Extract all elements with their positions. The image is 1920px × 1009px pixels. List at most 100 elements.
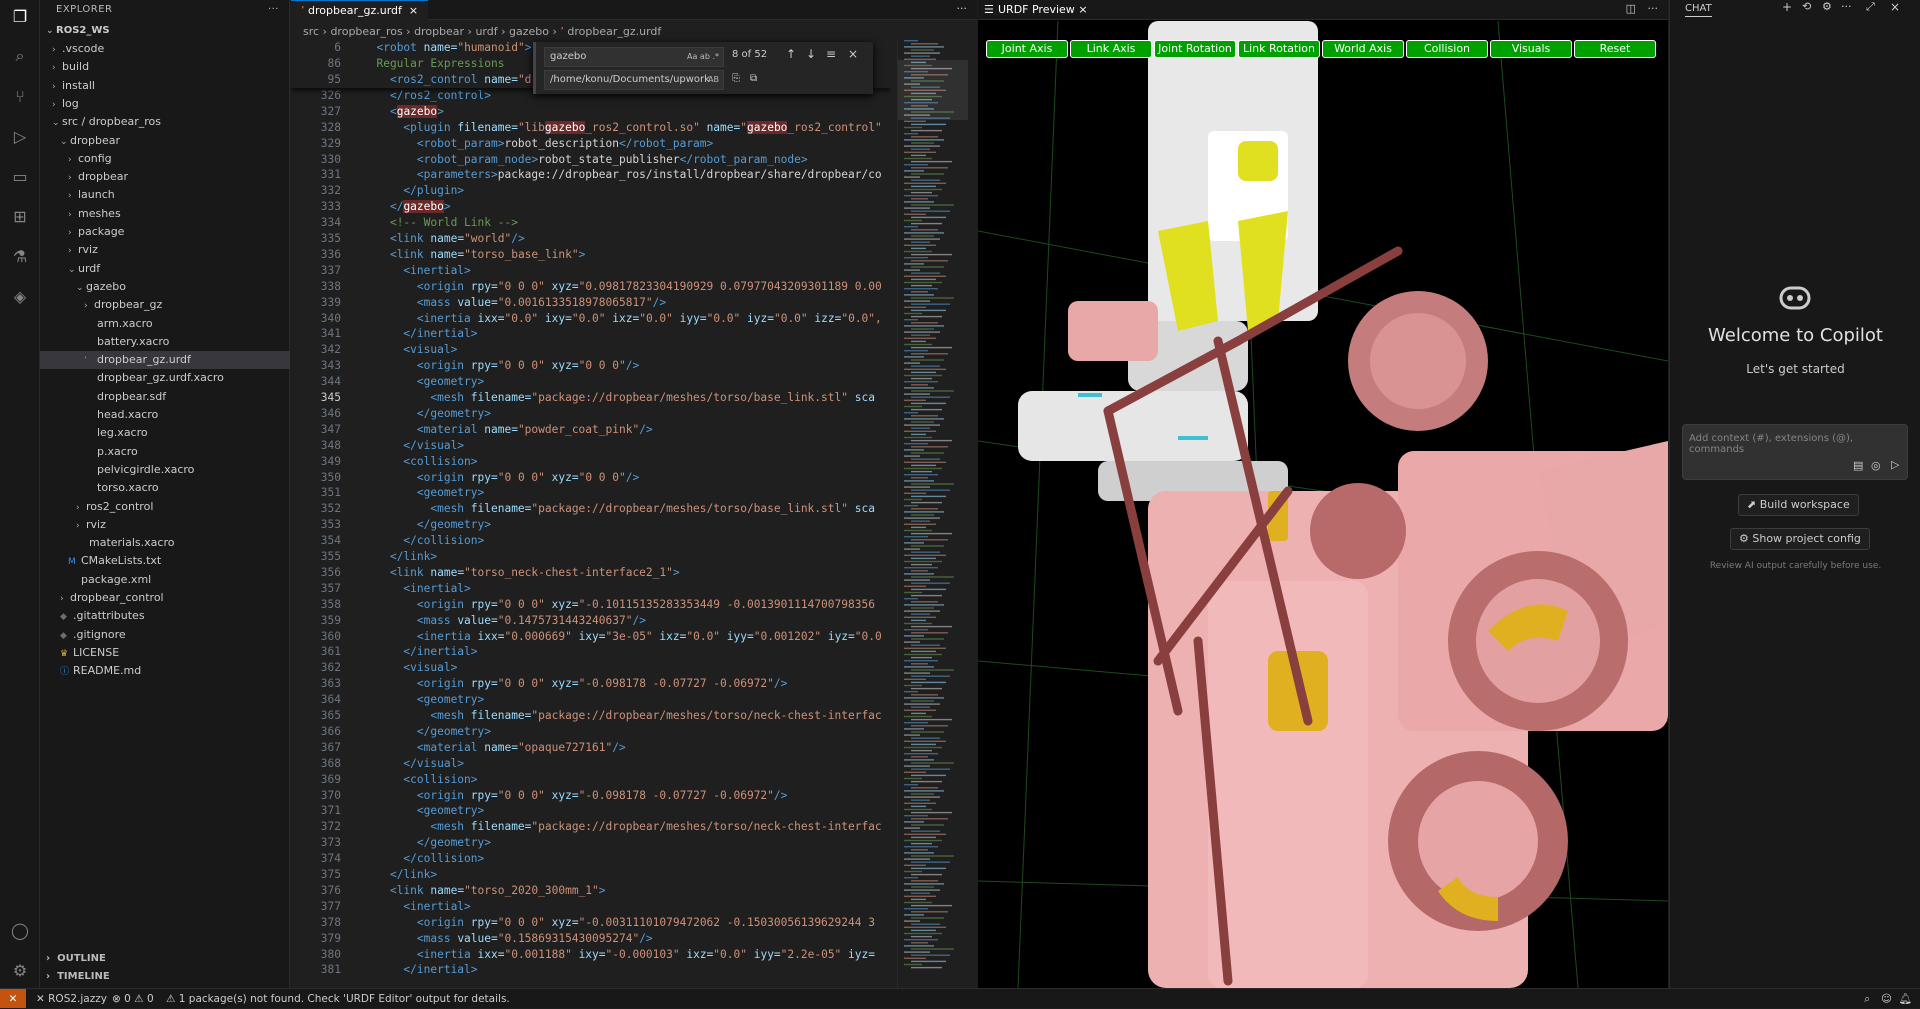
tree-folder[interactable]: › config [40,150,290,168]
code-line[interactable]: <link name="torso_base_link"> [363,247,585,263]
tree-folder[interactable]: › dropbear_gz [40,296,290,314]
tree-folder[interactable]: › ros2_control [40,498,290,516]
code-line[interactable]: <inertial> [363,899,470,915]
previous-match-icon[interactable]: ↑ [786,47,796,61]
code-line[interactable]: <visual> [363,660,457,676]
attach-icon[interactable]: ▤ [1853,459,1863,472]
tree-file[interactable]: ◆ .gitignore [40,626,290,644]
code-line[interactable]: <collision> [363,772,477,788]
code-line[interactable]: </link> [363,549,437,565]
build-workspace-button[interactable]: ⬈ Build workspace [1738,494,1859,516]
code-line[interactable]: <gazebo> [363,104,444,120]
tree-file[interactable]: ʼ dropbear_gz.urdf [40,351,290,370]
code-line[interactable]: <collision> [363,454,477,470]
replace-input[interactable]: /home/konu/Documents/upwork AB [544,70,724,90]
timeline-section[interactable]: › TIMELINE [40,968,290,986]
code-line[interactable]: </geometry> [363,835,491,851]
code-line[interactable]: <origin rpy="0 0 0" xyz="-0.098178 -0.07… [363,788,788,804]
code-line[interactable]: <robot name="humanoid"> [363,40,531,56]
minimap[interactable] [897,40,968,988]
tree-file[interactable]: leg.xacro [40,424,290,442]
close-icon[interactable]: × [405,4,418,17]
preview-button-collision[interactable]: Collision [1406,40,1488,58]
code-line[interactable]: </collision> [363,851,484,867]
tree-file[interactable]: ◆ .gitattributes [40,607,290,625]
replace-icon[interactable]: ⎘ [732,73,740,84]
tree-folder[interactable]: › .vscode [40,40,290,58]
code-line[interactable]: <mesh filename="package://dropbear/meshe… [363,819,881,835]
code-line[interactable]: </plugin> [363,183,464,199]
code-line[interactable]: <inertial> [363,263,470,279]
code-line[interactable]: <geometry> [363,692,484,708]
tree-file[interactable]: ♛ LICENSE [40,644,290,662]
code-area[interactable]: 325 </xacro:joint> -->326 </ros2_control… [291,40,891,988]
replace-all-icon[interactable]: ⧉ [750,73,757,84]
find-in-selection-icon[interactable]: ≡ [826,47,836,61]
tree-folder[interactable]: ⌄ src / dropbear_ros [40,113,290,131]
mode-icon[interactable]: ◎ [1871,459,1881,472]
code-line[interactable]: <geometry> [363,485,484,501]
preview-button-link-rotation[interactable]: Link Rotation [1238,40,1320,58]
tree-file[interactable]: p.xacro [40,443,290,461]
code-line[interactable]: <link name="torso_neck-chest-interface2_… [363,565,680,581]
history-icon[interactable]: ⟲ [1802,0,1811,13]
tree-file[interactable]: head.xacro [40,406,290,424]
close-icon[interactable]: × [1890,0,1900,14]
chat-header[interactable]: CHAT [1685,2,1712,17]
tree-file[interactable]: arm.xacro [40,315,290,333]
files-icon[interactable]: ❐ [8,4,32,28]
ros-icon[interactable]: ◈ [8,284,32,308]
tree-file[interactable]: pelvicgirdle.xacro [40,461,290,479]
workspace-root[interactable]: ⌄ ROS2_WS [40,22,290,40]
code-line[interactable]: </collision> [363,533,484,549]
code-line[interactable]: <origin rpy="0 0 0" xyz="0 0 0"/> [363,358,639,374]
gear-icon[interactable]: ⚙ [8,958,32,982]
tree-folder[interactable]: › rviz [40,241,290,259]
extensions-icon[interactable]: ⊞ [8,204,32,228]
code-line[interactable]: <origin rpy="0 0 0" xyz="0.0981782330419… [363,279,882,295]
tree-file[interactable]: M CMakeLists.txt [40,552,290,570]
code-line[interactable]: <link name="torso_2020_300mm_1"> [363,883,606,899]
code-line[interactable]: </geometry> [363,724,491,740]
robot-3d-viewport[interactable] [978,21,1668,988]
tree-folder[interactable]: › meshes [40,205,290,223]
code-line[interactable]: </gazebo> [363,199,451,215]
code-line[interactable]: <mesh filename="package://dropbear/meshe… [363,501,875,517]
new-chat-icon[interactable]: + [1782,0,1792,14]
minimap-viewport[interactable] [898,60,968,120]
code-line[interactable]: <inertia ixx="0.000669" ixy="3e-05" ixz=… [363,629,882,645]
preview-button-world-axis[interactable]: World Axis [1322,40,1404,58]
tree-file[interactable]: dropbear.sdf [40,388,290,406]
code-line[interactable]: <geometry> [363,803,484,819]
match-word-icon[interactable]: ab [700,52,710,61]
tree-folder[interactable]: ⌄ urdf [40,260,290,278]
more-actions-icon[interactable]: ··· [1841,0,1852,13]
tree-folder[interactable]: › rviz [40,516,290,534]
preserve-case-icon[interactable]: AB [708,71,719,89]
chat-input[interactable]: Add context (#), extensions (@), command… [1682,424,1908,480]
preview-button-link-axis[interactable]: Link Axis [1070,40,1152,58]
ros-distro-item[interactable]: ✕ ROS2.jazzy [36,989,107,1009]
search-icon[interactable]: ⌕ [8,44,32,68]
testing-icon[interactable]: ⚗ [8,244,32,268]
problems-item[interactable]: ⊗ 0 ⚠ 0 [112,989,154,1009]
tree-file[interactable]: dropbear_gz.urdf.xacro [40,369,290,387]
code-line[interactable]: <mass value="0.0016133518978065817"/> [363,295,666,311]
code-line[interactable]: <mesh filename="package://dropbear/meshe… [363,708,881,724]
code-line[interactable]: </inertial> [363,644,477,660]
maximize-icon[interactable]: ⤢ [1866,0,1875,14]
more-actions-icon[interactable]: ··· [268,0,279,20]
match-case-icon[interactable]: Aa [687,52,697,61]
code-line[interactable]: <inertia ixx="0.001188" ixy="-0.000103" … [363,947,875,963]
code-line[interactable]: <plugin filename="libgazebo_ros2_control… [363,120,882,136]
status-message-item[interactable]: ⚠ 1 package(s) not found. Check 'URDF Ed… [166,989,510,1009]
code-line[interactable]: <robot_param_node>robot_state_publisher<… [363,152,808,168]
tree-folder[interactable]: › build [40,58,290,76]
send-icon[interactable]: ▷ [1891,458,1899,471]
code-line[interactable]: </ros2_control> [363,88,491,104]
tree-file[interactable]: materials.xacro [40,534,290,552]
outline-section[interactable]: › OUTLINE [40,950,290,968]
run-debug-icon[interactable]: ▷ [8,124,32,148]
preview-button-joint-axis[interactable]: Joint Axis [986,40,1068,58]
more-actions-icon[interactable]: ··· [1648,2,1659,15]
